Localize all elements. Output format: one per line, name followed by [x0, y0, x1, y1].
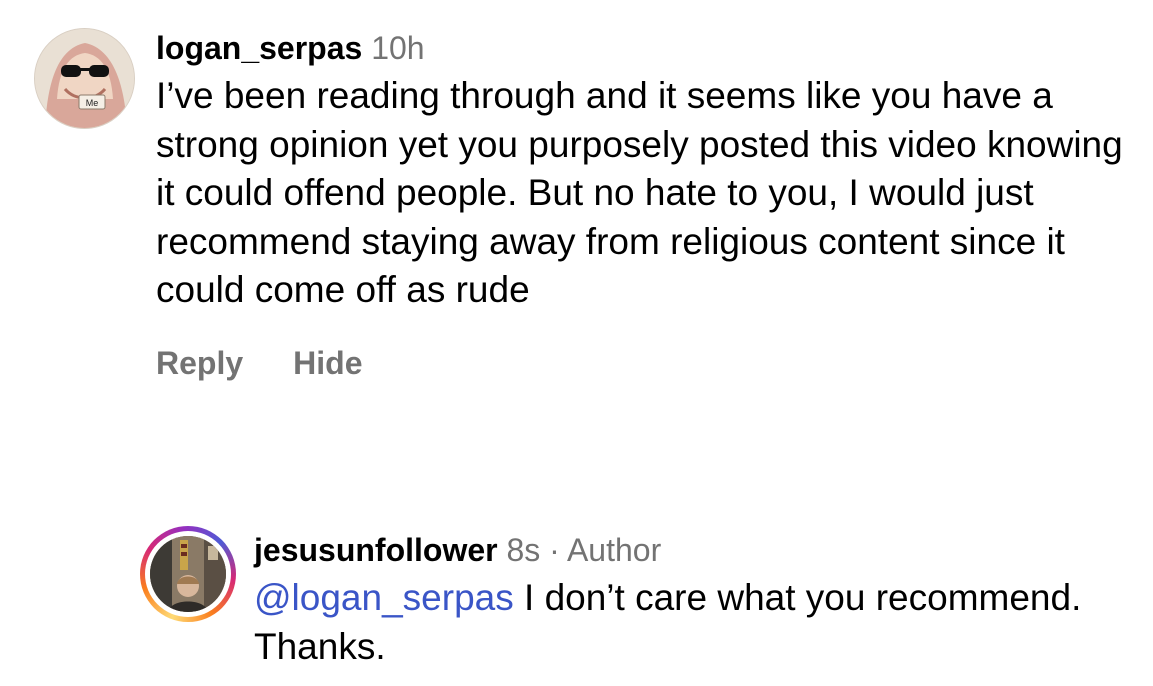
separator-dot: ·	[549, 532, 560, 568]
hide-button[interactable]: Hide	[293, 345, 362, 381]
timestamp: 8s	[506, 532, 541, 568]
comment-actions: Reply Hide	[156, 343, 1136, 383]
username[interactable]: jesusunfollower	[254, 532, 498, 568]
comment-header: jesusunfollower 8s · Author	[254, 526, 1134, 574]
comment-text: @logan_serpas I don’t care what you reco…	[254, 574, 1134, 671]
comment-body: jesusunfollower 8s · Author @logan_serpa…	[254, 526, 1134, 671]
timestamp: 10h	[371, 30, 425, 66]
comment-header: logan_serpas 10h	[156, 24, 1136, 72]
author-label: Author	[566, 532, 662, 568]
mention-link[interactable]: @logan_serpas	[254, 577, 514, 618]
comment-text: I’ve been reading through and it seems l…	[156, 75, 1123, 310]
avatar-image: Me	[35, 29, 134, 128]
reply-button[interactable]: Reply	[156, 345, 243, 381]
username[interactable]: logan_serpas	[156, 30, 362, 66]
avatar[interactable]: Me	[34, 28, 135, 129]
comment-body: logan_serpas 10h I’ve been reading throu…	[156, 24, 1136, 383]
avatar-image	[150, 536, 226, 612]
avatar-badge: Me	[86, 98, 99, 108]
avatar	[150, 536, 226, 612]
story-ring[interactable]	[140, 526, 236, 622]
